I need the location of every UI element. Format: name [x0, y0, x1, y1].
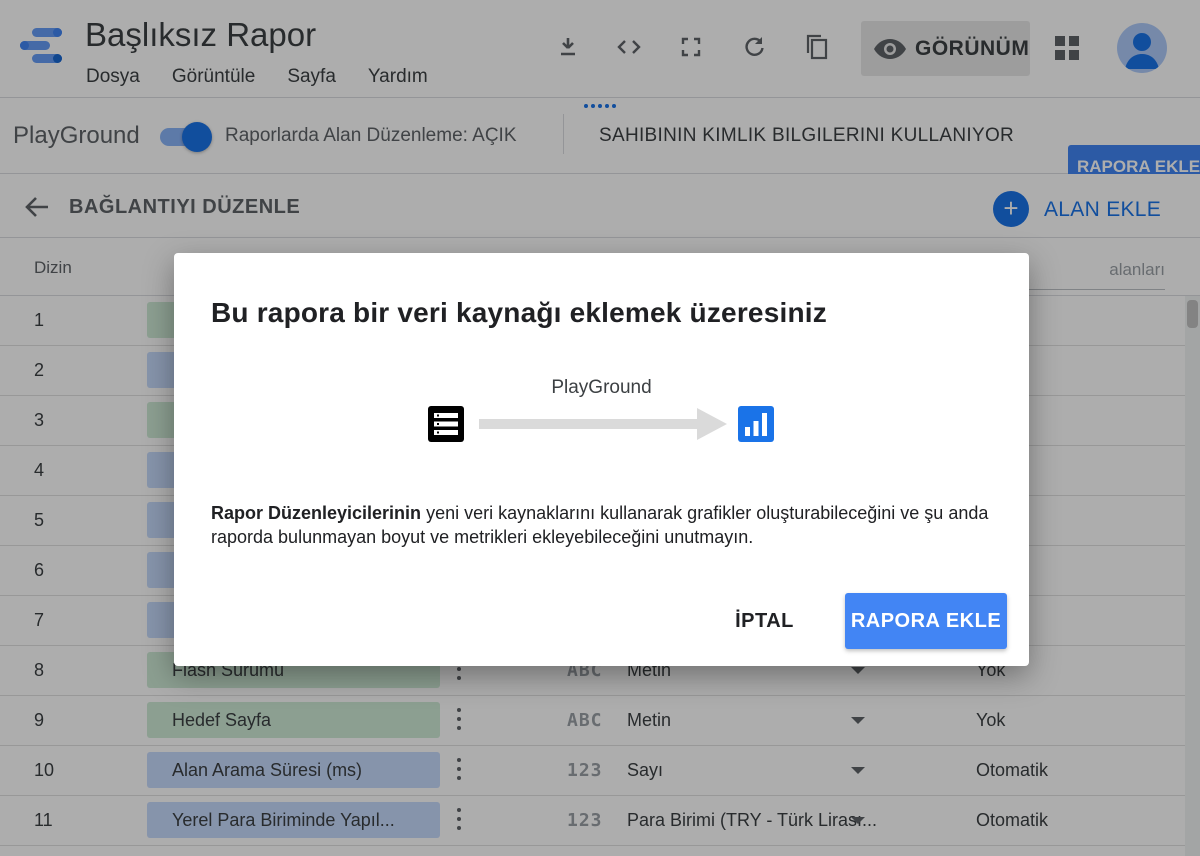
- dialog-source-name: PlayGround: [551, 377, 652, 398]
- report-chart-icon: [738, 406, 774, 442]
- data-source-icon: [428, 406, 464, 442]
- flow-arrow-icon: [479, 408, 727, 440]
- add-to-report-button[interactable]: RAPORA EKLE: [845, 593, 1007, 649]
- dialog-title: Bu rapora bir veri kaynağı eklemek üzere…: [211, 297, 827, 328]
- add-data-source-dialog: Bu rapora bir veri kaynağı eklemek üzere…: [174, 253, 1029, 666]
- dialog-body-emphasis: Rapor Düzenleyicilerinin: [211, 503, 422, 523]
- cancel-button[interactable]: İPTAL: [717, 593, 812, 649]
- dialog-body-text: Rapor Düzenleyicilerinin yeni veri kayna…: [211, 501, 1001, 549]
